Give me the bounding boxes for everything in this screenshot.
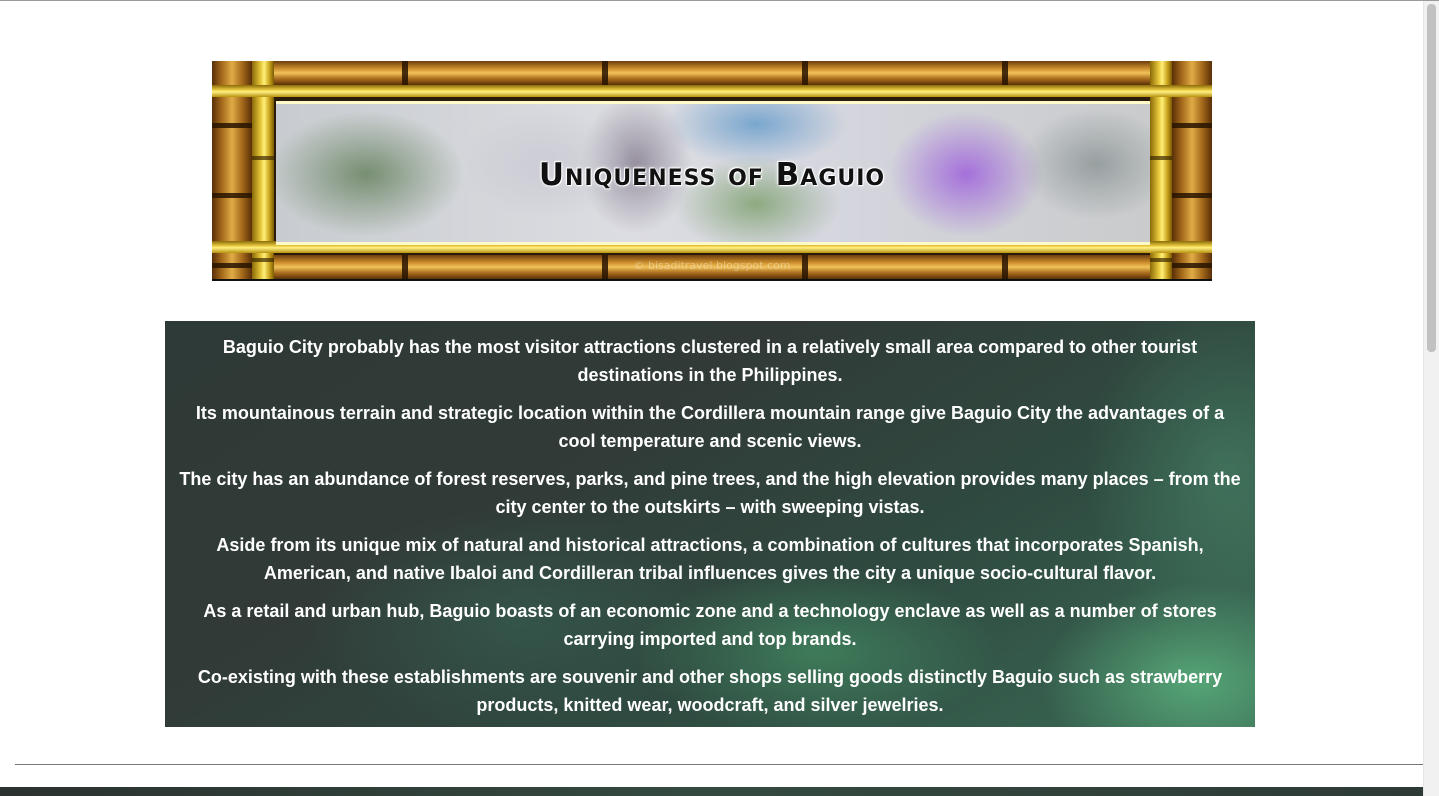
info-paragraph: Aside from its unique mix of natural and…	[216, 535, 1204, 583]
gold-bamboo-top	[212, 85, 1212, 97]
info-paragraph: Its mountainous terrain and strategic lo…	[195, 403, 1225, 451]
info-paragraph: Co-existing with these establishments ar…	[197, 667, 1223, 715]
bamboo-frame-top	[212, 61, 1212, 85]
scrollbar-thumb[interactable]	[1427, 4, 1436, 352]
header-banner: Uniqueness of Baguio © bisaditravel.blog…	[212, 61, 1212, 281]
banner-watermark: © bisaditravel.blogspot.com	[633, 259, 791, 272]
info-paragraph: As a retail and urban hub, Baguio boasts…	[203, 601, 1217, 649]
banner-title: Uniqueness of Baguio	[538, 157, 886, 193]
vertical-scrollbar[interactable]	[1423, 1, 1439, 796]
info-paragraph: The city has an abundance of forest rese…	[179, 469, 1241, 517]
info-panel: Baguio City probably has the most visito…	[165, 321, 1255, 727]
window-top-border	[0, 0, 1439, 1]
section-divider	[15, 764, 1423, 765]
info-paragraph: Baguio City probably has the most visito…	[222, 337, 1198, 385]
next-section-strip	[0, 787, 1423, 796]
